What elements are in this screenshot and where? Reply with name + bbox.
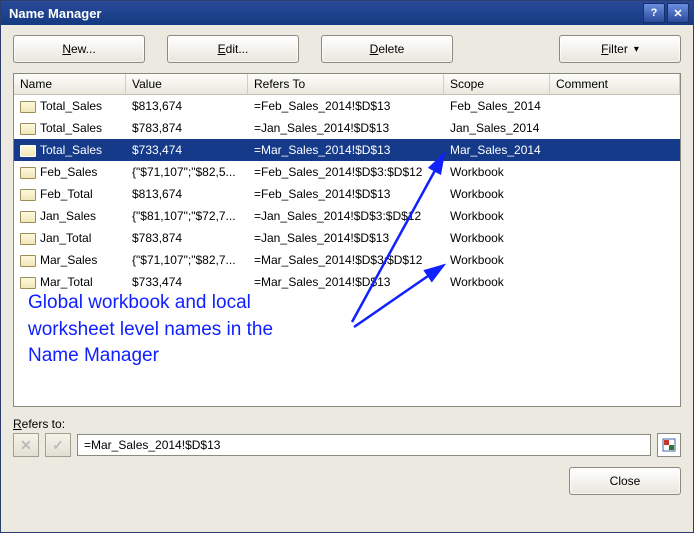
- header-value[interactable]: Value: [126, 74, 248, 94]
- name-icon: [20, 255, 36, 267]
- row-name: Feb_Sales: [40, 165, 97, 179]
- delete-button[interactable]: Delete: [321, 35, 453, 63]
- name-icon: [20, 189, 36, 201]
- row-refers-to: =Feb_Sales_2014!$D$3:$D$12: [248, 165, 444, 179]
- row-refers-to: =Jan_Sales_2014!$D$13: [248, 231, 444, 245]
- header-name[interactable]: Name: [14, 74, 126, 94]
- name-icon: [20, 233, 36, 245]
- name-row[interactable]: Mar_Total $733,474=Mar_Sales_2014!$D$13Wo…: [14, 271, 680, 293]
- row-scope: Workbook: [444, 187, 550, 201]
- row-refers-to: =Mar_Sales_2014!$D$13: [248, 275, 444, 289]
- name-row[interactable]: Feb_Sales {"$71,107";"$82,5...=Feb_Sales_…: [14, 161, 680, 183]
- row-name: Mar_Sales: [40, 253, 97, 267]
- name-icon: [20, 145, 36, 157]
- row-name: Total_Sales: [40, 121, 102, 135]
- row-name: Jan_Total: [40, 231, 91, 245]
- refers-to-input[interactable]: [77, 434, 651, 456]
- row-name: Feb_Total: [40, 187, 93, 201]
- toolbar: New... Edit... Delete Filter ▾: [1, 25, 693, 69]
- row-name: Mar_Total: [40, 275, 93, 289]
- row-refers-to: =Mar_Sales_2014!$D$13: [248, 143, 444, 157]
- row-scope: Workbook: [444, 275, 550, 289]
- range-picker-icon: [662, 438, 676, 452]
- names-listbox[interactable]: Name Value Refers To Scope Comment Total…: [13, 73, 681, 407]
- row-refers-to: =Feb_Sales_2014!$D$13: [248, 99, 444, 113]
- name-row[interactable]: Feb_Total $813,674=Feb_Sales_2014!$D$13Wo…: [14, 183, 680, 205]
- row-name: Total_Sales: [40, 143, 102, 157]
- name-icon: [20, 277, 36, 289]
- row-value: {"$81,107";"$72,7...: [126, 209, 248, 223]
- name-icon: [20, 123, 36, 135]
- annotation-text: Global workbook and local worksheet leve…: [28, 290, 273, 370]
- dropdown-arrow-icon: ▾: [634, 44, 639, 55]
- row-value: $733,474: [126, 143, 248, 157]
- name-row[interactable]: Mar_Sales {"$71,107";"$82,7...=Mar_Sales_…: [14, 249, 680, 271]
- row-value: {"$71,107";"$82,5...: [126, 165, 248, 179]
- commit-refersto-button[interactable]: ✓: [45, 433, 71, 457]
- header-refers-to[interactable]: Refers To: [248, 74, 444, 94]
- close-x-button[interactable]: ✕: [667, 3, 689, 23]
- row-value: $783,874: [126, 231, 248, 245]
- row-scope: Mar_Sales_2014: [444, 143, 550, 157]
- name-icon: [20, 101, 36, 113]
- row-name: Total_Sales: [40, 99, 102, 113]
- row-value: $733,474: [126, 275, 248, 289]
- row-value: $813,674: [126, 187, 248, 201]
- row-refers-to: =Mar_Sales_2014!$D$3:$D$12: [248, 253, 444, 267]
- titlebar: Name Manager ? ✕: [1, 1, 693, 25]
- row-refers-to: =Feb_Sales_2014!$D$13: [248, 187, 444, 201]
- row-name: Jan_Sales: [40, 209, 96, 223]
- row-scope: Workbook: [444, 231, 550, 245]
- close-button[interactable]: Close: [569, 467, 681, 495]
- name-row[interactable]: Total_Sales $783,874=Jan_Sales_2014!$D$13…: [14, 117, 680, 139]
- new-button[interactable]: New...: [13, 35, 145, 63]
- header-comment[interactable]: Comment: [550, 74, 680, 94]
- row-scope: Jan_Sales_2014: [444, 121, 550, 135]
- row-scope: Workbook: [444, 209, 550, 223]
- name-row[interactable]: Total_Sales $733,474=Mar_Sales_2014!$D$13…: [14, 139, 680, 161]
- header-scope[interactable]: Scope: [444, 74, 550, 94]
- name-row[interactable]: Total_Sales $813,674=Feb_Sales_2014!$D$13…: [14, 95, 680, 117]
- row-refers-to: =Jan_Sales_2014!$D$13: [248, 121, 444, 135]
- filter-button[interactable]: Filter ▾: [559, 35, 681, 63]
- row-scope: Workbook: [444, 253, 550, 267]
- bottom-row: Close: [1, 457, 693, 507]
- name-manager-dialog: Name Manager ? ✕ New... Edit... Delete F…: [0, 0, 694, 533]
- edit-button[interactable]: Edit...: [167, 35, 299, 63]
- name-row[interactable]: Jan_Total $783,874=Jan_Sales_2014!$D$13Wo…: [14, 227, 680, 249]
- row-scope: Feb_Sales_2014: [444, 99, 550, 113]
- row-scope: Workbook: [444, 165, 550, 179]
- refers-to-section: Refers to: ✕ ✓: [1, 411, 693, 457]
- row-value: {"$71,107";"$82,7...: [126, 253, 248, 267]
- name-icon: [20, 211, 36, 223]
- refers-to-label: Refers to:: [13, 417, 65, 431]
- column-headers: Name Value Refers To Scope Comment: [14, 74, 680, 95]
- row-value: $783,874: [126, 121, 248, 135]
- cancel-refersto-button[interactable]: ✕: [13, 433, 39, 457]
- name-row[interactable]: Jan_Sales {"$81,107";"$72,7...=Jan_Sales_…: [14, 205, 680, 227]
- row-refers-to: =Jan_Sales_2014!$D$3:$D$12: [248, 209, 444, 223]
- help-button[interactable]: ?: [643, 3, 665, 23]
- title-text: Name Manager: [5, 6, 641, 21]
- range-picker-button[interactable]: [657, 433, 681, 457]
- row-value: $813,674: [126, 99, 248, 113]
- name-icon: [20, 167, 36, 179]
